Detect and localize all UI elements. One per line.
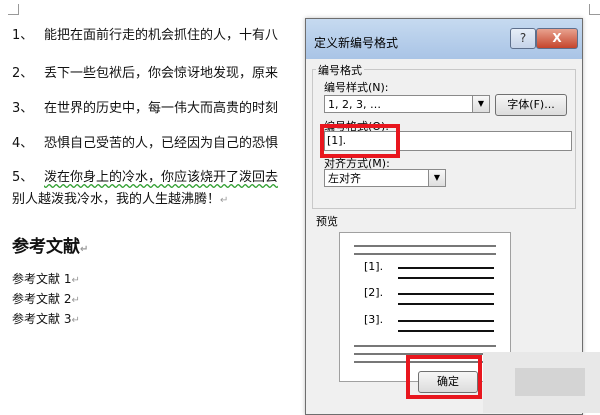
paragraph-mark-icon: ↵ (220, 195, 229, 206)
number-style-label: 编号样式(N): (324, 81, 389, 94)
paragraph-mark-icon: ↵ (71, 275, 80, 286)
chevron-down-icon[interactable]: ▼ (428, 170, 445, 186)
list-number: 3、 (12, 101, 34, 116)
heading-text: 参考文献 (12, 237, 80, 257)
help-button[interactable]: ? (510, 28, 536, 49)
list-item-text: 能把在面前行走的机会抓住的人，十有八 (44, 28, 279, 43)
reference-text: 参考文献 3 (12, 312, 72, 326)
preview-line (398, 303, 494, 305)
alignment-value: 左对齐 (328, 172, 361, 185)
preview-line (398, 330, 494, 332)
reference-text: 参考文献 2 (12, 292, 72, 306)
list-number: 2、 (12, 66, 34, 81)
paragraph-mark-icon: ↵ (71, 295, 80, 306)
paragraph-mark-icon: ↵ (80, 244, 89, 255)
list-number: 5、 (12, 170, 34, 185)
margin-corner-mark (8, 4, 19, 15)
font-button[interactable]: 字体(F)... (495, 94, 567, 116)
paragraph-mark-icon: ↵ (71, 315, 80, 326)
highlight-box (320, 124, 400, 158)
preview-line (398, 320, 494, 322)
preview-number: [3]. (364, 313, 384, 326)
dialog-titlebar[interactable]: 定义新编号格式 ? X (306, 19, 582, 59)
list-item-text: 丢下一些包袱后，你会惊讶地发现，原来 (44, 66, 279, 81)
chevron-down-icon[interactable]: ▼ (472, 96, 489, 112)
preview-line (354, 345, 496, 347)
ok-button[interactable]: 确定 (418, 371, 478, 393)
close-button[interactable]: X (536, 28, 578, 49)
preview-line (354, 245, 496, 247)
group-label: 编号格式 (316, 62, 364, 78)
continuation-text: 别人越泼我冷水，我的人生越沸腾！ (12, 192, 221, 207)
alignment-select[interactable]: 左对齐 ▼ (324, 169, 446, 187)
reference-text: 参考文献 1 (12, 272, 72, 286)
list-item-text: 泼在你身上的冷水，你应该烧开了泼回去 (44, 170, 279, 185)
preview-number: [1]. (364, 260, 384, 273)
preview-line (398, 267, 494, 269)
number-style-value: 1, 2, 3, … (328, 98, 381, 111)
preview-label: 预览 (316, 215, 338, 228)
preview-line (354, 253, 496, 255)
reference-item: 参考文献 2↵ (12, 290, 80, 307)
section-heading: 参考文献↵ (12, 232, 88, 257)
list-item-continuation: 别人越泼我冷水，我的人生越沸腾！↵ (12, 188, 228, 207)
dialog-title: 定义新编号格式 (314, 36, 399, 50)
preview-line (398, 277, 494, 279)
blurred-region (515, 368, 585, 396)
reference-item: 参考文献 3↵ (12, 310, 80, 327)
list-number: 4、 (12, 136, 34, 151)
list-item-text: 恐惧自己受苦的人，已经因为自己的恐惧 (44, 136, 279, 151)
preview-number: [2]. (364, 286, 384, 299)
list-number: 1、 (12, 28, 34, 43)
number-style-select[interactable]: 1, 2, 3, … ▼ (324, 95, 490, 113)
list-item-text: 在世界的历史中，每一伟大而高贵的时刻 (44, 101, 279, 116)
margin-corner-mark (589, 4, 600, 15)
preview-line (398, 293, 494, 295)
reference-item: 参考文献 1↵ (12, 270, 80, 287)
